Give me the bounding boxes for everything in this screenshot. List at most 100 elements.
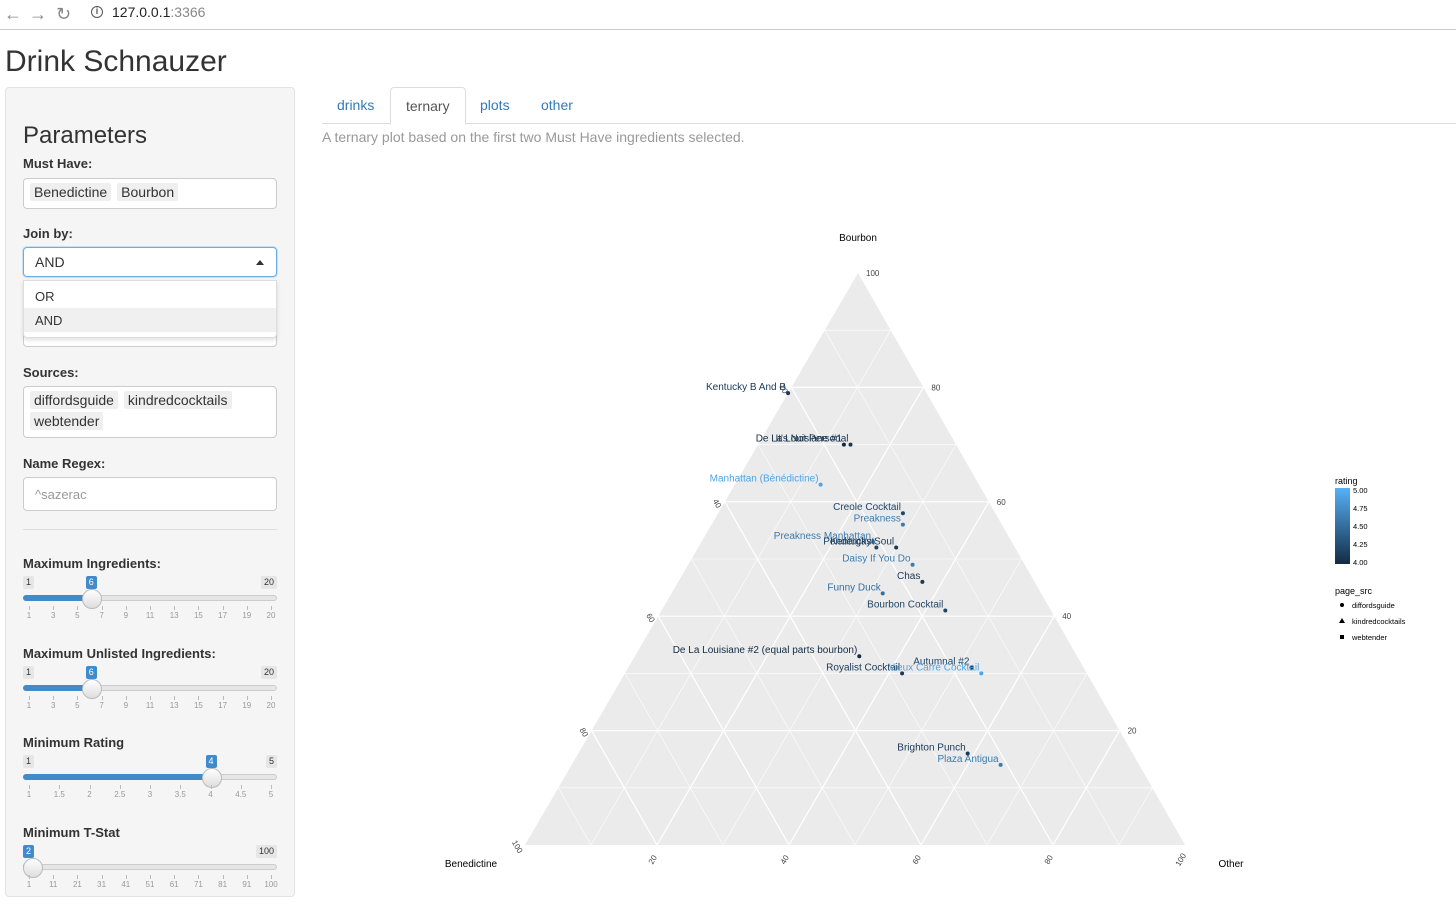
slider-max-badge: 5: [265, 755, 277, 768]
legend-shape-triangle: [1339, 618, 1345, 623]
data-point: [900, 511, 905, 516]
source-tag[interactable]: webtender: [30, 412, 104, 430]
app-title: Drink Schnauzer: [5, 45, 227, 78]
forward-icon[interactable]: →: [29, 4, 47, 25]
name-regex-input[interactable]: ^sazerac: [23, 477, 277, 511]
tab-other[interactable]: other: [526, 87, 588, 124]
slider-tick-label: 13: [169, 611, 179, 620]
tab-drinks[interactable]: drinks: [322, 87, 389, 124]
slider-tick-label: 1.5: [53, 790, 65, 799]
slider-tick-label: 3: [50, 611, 56, 620]
must-have-tag[interactable]: Benedictine: [30, 183, 112, 201]
sources-label: Sources:: [23, 365, 79, 380]
slider-tick-label: 1: [26, 790, 32, 799]
tab-plots[interactable]: plots: [465, 87, 525, 124]
slider-tick-label: 81: [218, 880, 228, 889]
slider-tick-label: 51: [145, 880, 155, 889]
point-label: Daisy If You Do: [842, 554, 911, 565]
slider-tick-label: 61: [169, 880, 179, 889]
slider-tick: [150, 606, 151, 610]
tick-label-other: 20: [647, 853, 660, 866]
back-icon[interactable]: ←: [4, 4, 22, 25]
slider-tick-label: 3.5: [174, 790, 186, 799]
point-label: Kentucky B And B: [706, 382, 786, 393]
dropdown-option-or[interactable]: OR: [24, 284, 276, 308]
tick-label-bourbon: 100: [866, 269, 880, 278]
slider-tick-label: 5: [268, 790, 274, 799]
tick-label-bourbon: 40: [1062, 612, 1071, 621]
slider-track[interactable]: [23, 864, 277, 870]
slider-label: Minimum T-Stat: [23, 825, 120, 840]
slider-tick-label: 17: [218, 611, 228, 620]
range-slider[interactable]: 1 5 4 1 1.5 2 2.5 3 3.5 4 4.5 5: [23, 755, 279, 815]
slider-tick-label: 11: [145, 701, 155, 710]
tick-label-other: 100: [1174, 851, 1189, 868]
join-by-select[interactable]: AND: [23, 247, 277, 277]
info-icon[interactable]: i: [91, 6, 103, 18]
legend-shape-circle: [1340, 603, 1344, 607]
data-point: [998, 762, 1003, 767]
slider-tick: [53, 606, 55, 610]
sources-input[interactable]: diffordsguide kindredcocktails webtender: [23, 386, 277, 438]
slider-value-badge: 6: [85, 576, 97, 589]
slider-ticks: 1 3 5 7 9 11 13 15 17 19 20: [23, 696, 277, 710]
tick-label-bourbon: 20: [1128, 727, 1137, 736]
slider-tick: [198, 606, 200, 610]
legend-page-src-label: webtender: [1351, 633, 1388, 642]
slider-label: Maximum Unlisted Ingredients:: [23, 646, 216, 661]
slider-tick: [29, 785, 30, 789]
slider-tick-label: 2.5: [114, 790, 126, 799]
tab-bar: drinks ternary plots other: [322, 87, 1456, 125]
range-slider[interactable]: 1 20 6 1 3 5 7 9 11 13 15 17 19 20: [23, 576, 279, 636]
slider-tick-label: 9: [123, 611, 129, 620]
data-point: [818, 482, 823, 487]
range-slider[interactable]: 100 2 1 11 21 31 41 51 61 71 81 91 100: [23, 845, 279, 905]
slider-max-badge: 20: [260, 576, 277, 589]
point-label: Bourbon Cocktail: [867, 599, 943, 610]
dropdown-option-and[interactable]: AND: [24, 308, 276, 332]
sidebar-panel: Parameters Must Have: Benedictine Bourbon…: [5, 87, 295, 897]
slider-tick-label: 2: [87, 790, 92, 799]
slider-tick: [125, 875, 127, 879]
slider-tick-label: 17: [218, 701, 228, 710]
slider-tick: [150, 785, 151, 789]
slider-value-badge: 6: [85, 666, 97, 679]
data-point: [786, 391, 791, 396]
slider-tick-label: 71: [193, 880, 203, 889]
source-tag[interactable]: kindredcocktails: [123, 391, 232, 409]
axis-title-bourbon: Bourbon: [839, 233, 877, 244]
must-have-input[interactable]: Benedictine Bourbon: [23, 178, 277, 209]
slider-tick-label: 20: [266, 701, 276, 710]
slider-tick: [198, 875, 200, 879]
tick-label-bourbon: 80: [931, 383, 940, 392]
data-point: [880, 591, 885, 596]
slider-tick-label: 100: [264, 880, 278, 889]
must-have-tag[interactable]: Bourbon: [117, 183, 179, 201]
slider-tick: [89, 785, 91, 789]
ternary-chart: 202020404040606060808080100100100Bourbon…: [445, 233, 1244, 870]
slider-tick: [29, 696, 30, 700]
slider-tick-label: 7: [99, 611, 104, 620]
axis-title-benedictine: Benedictine: [445, 859, 498, 870]
slider-tick: [77, 696, 79, 700]
join-by-dropdown: OR AND: [23, 280, 277, 338]
slider-tick: [53, 696, 55, 700]
name-regex-placeholder: ^sazerac: [35, 487, 87, 502]
tab-ternary[interactable]: ternary: [390, 87, 466, 125]
slider-tick: [29, 606, 30, 610]
slider-tick: [53, 875, 55, 879]
reload-icon[interactable]: ↻: [56, 4, 71, 25]
range-slider[interactable]: 1 20 6 1 3 5 7 9 11 13 15 17 19 20: [23, 666, 279, 726]
slider-tick: [222, 696, 224, 700]
source-tag[interactable]: diffordsguide: [30, 391, 118, 409]
tab-description: A ternary plot based on the first two Mu…: [322, 129, 745, 145]
slider-tick: [198, 696, 200, 700]
slider-tick: [125, 606, 127, 610]
point-label: Vieux Carré Cocktail: [888, 662, 979, 673]
data-point: [943, 608, 948, 613]
address-bar[interactable]: 127.0.0.1:3366: [112, 4, 205, 20]
join-by-value: AND: [35, 254, 65, 270]
point-label: Manhattan (Bénédictine): [710, 474, 819, 485]
name-regex-label: Name Regex:: [23, 456, 106, 471]
data-point: [900, 522, 905, 527]
